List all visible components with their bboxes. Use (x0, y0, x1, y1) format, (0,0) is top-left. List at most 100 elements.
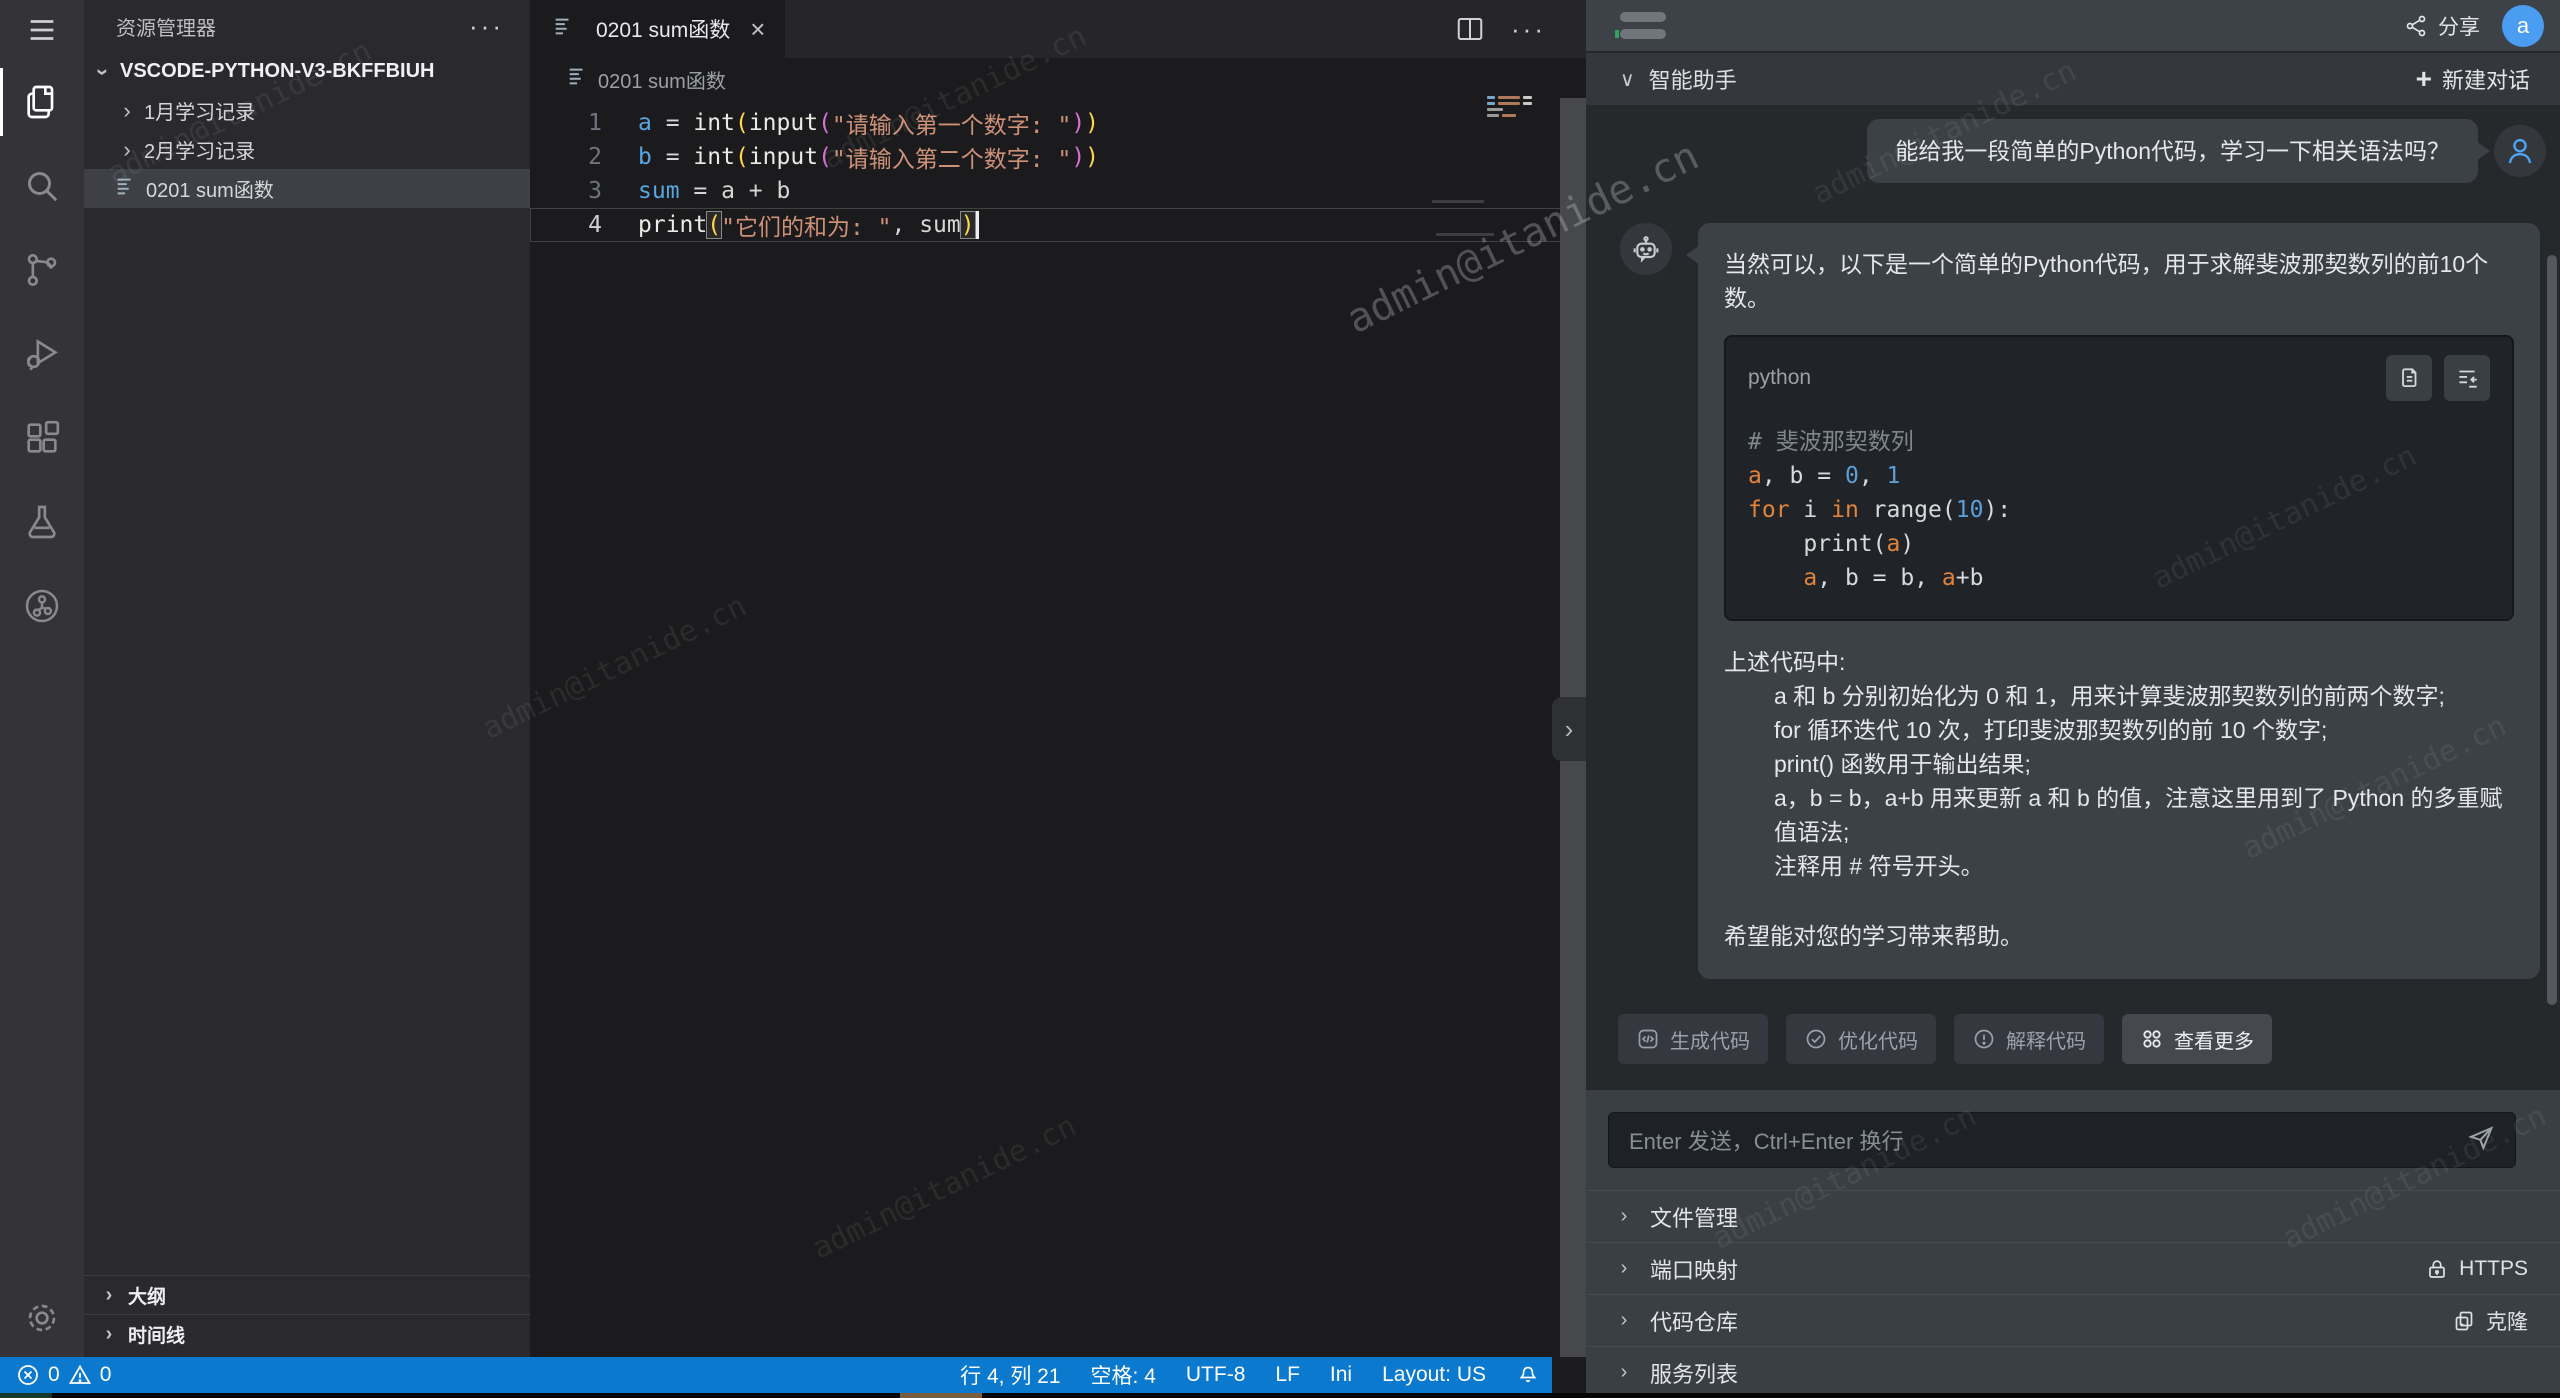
file-lines-icon (566, 65, 588, 93)
assistant-panel: 分享 a ∨ 智能助手 + 新建对话 能给我一段简单的Python代码，学习一下… (1586, 0, 2560, 1398)
cursor-position[interactable]: 行 4, 列 21 (960, 1360, 1060, 1390)
file-management-section[interactable]: › 文件管理 (1586, 1190, 2560, 1242)
user-message-bubble: 能给我一段简单的Python代码，学习一下相关语法吗？ (1867, 119, 2478, 183)
eol-sequence[interactable]: LF (1275, 1363, 1300, 1387)
person-icon (2504, 135, 2536, 167)
user-avatar (2494, 125, 2546, 177)
view-more-button[interactable]: 查看更多 (2122, 1014, 2272, 1064)
service-list-section[interactable]: › 服务列表 (1586, 1346, 2560, 1398)
code-repo-section[interactable]: › 代码仓库 克隆 (1586, 1294, 2560, 1346)
avatar[interactable]: a (2502, 5, 2544, 47)
editor-actions: ··· (1455, 0, 1586, 58)
share-icon (2404, 14, 2428, 38)
tree-root-folder[interactable]: › VSCODE-PYTHON-V3-BKFFBIUH (84, 52, 530, 91)
activity-bar (0, 0, 84, 1357)
tree-item-file-selected[interactable]: 0201 sum函数 (84, 169, 530, 208)
file-lines-icon (114, 175, 136, 203)
optimize-code-button[interactable]: 优化代码 (1786, 1014, 1936, 1064)
breadcrumb[interactable]: 0201 sum函数 (530, 58, 1586, 100)
bottom-seg (0, 1393, 52, 1398)
clone-button[interactable]: 克隆 (2452, 1306, 2528, 1336)
code-block-card: python # 斐波那契数列a, b = 0, 1for i in rang (1724, 335, 2514, 621)
panel-menu-icon[interactable] (1620, 12, 1666, 39)
chevron-right-icon: › (116, 137, 138, 163)
status-bar: 0 0 行 4, 列 21 空格: 4 UTF-8 LF Ini Layout:… (0, 1357, 1552, 1393)
explorer-files-icon[interactable] (0, 60, 84, 144)
topbar-right: 分享 a (2404, 5, 2544, 47)
language-mode[interactable]: Ini (1330, 1363, 1352, 1387)
notifications-bell-icon[interactable] (1516, 1360, 1540, 1390)
keyboard-layout[interactable]: Layout: US (1382, 1363, 1486, 1387)
explanation-item: a 和 b 分别初始化为 0 和 1，用来计算斐波那契数列的前两个数字; (1724, 679, 2514, 713)
chevron-right-icon: › (116, 98, 138, 124)
assistant-avatar (1620, 223, 1672, 275)
test-flask-icon[interactable] (0, 480, 84, 564)
assistant-message-row: 当然可以，以下是一个简单的Python代码，用于求解斐波那契数列的前10个数。 … (1620, 223, 2546, 979)
chat-area: 能给我一段简单的Python代码，学习一下相关语法吗？ 当然可以，以下是一个简单… (1586, 105, 2560, 1090)
explanation-item: for 循环迭代 10 次，打印斐波那契数列的前 10 个数字; (1724, 713, 2514, 747)
copy-icon (2396, 365, 2422, 391)
tree-item-folder[interactable]: › 2月学习记录 (84, 130, 530, 169)
insert-code-button[interactable] (2444, 355, 2490, 401)
tab-close-icon[interactable]: × (750, 14, 765, 45)
clone-icon (2452, 1309, 2476, 1333)
chevron-down-icon: › (90, 61, 116, 83)
chat-input[interactable]: Enter 发送，Ctrl+Enter 换行 (1608, 1112, 2516, 1168)
port-mapping-section[interactable]: › 端口映射 HTTPS (1586, 1242, 2560, 1294)
exclamation-circle-icon (1972, 1027, 1996, 1051)
split-editor-icon[interactable] (1455, 14, 1485, 44)
explanation-item: a，b = b，a+b 用来更新 a 和 b 的值，注意这里用到了 Python… (1724, 781, 2514, 849)
explanation-title: 上述代码中: (1724, 645, 2514, 679)
chevron-right-icon: › (98, 1284, 120, 1307)
decorative-mark (1436, 233, 1494, 236)
explorer-header: 资源管理器 ··· (84, 0, 530, 52)
encoding[interactable]: UTF-8 (1186, 1363, 1246, 1387)
file-lines-icon (552, 15, 574, 43)
warnings-count: 0 (100, 1363, 112, 1387)
indentation[interactable]: 空格: 4 (1091, 1360, 1156, 1390)
minimap[interactable] (1487, 96, 1533, 120)
chevron-right-icon: › (1612, 1257, 1636, 1280)
app-window: 资源管理器 ··· › VSCODE-PYTHON-V3-BKFFBIUH › … (0, 0, 2560, 1398)
problems-status[interactable]: 0 0 (0, 1363, 111, 1387)
outline-section[interactable]: › 大纲 (84, 1275, 530, 1314)
generate-code-button[interactable]: 生成代码 (1618, 1014, 1768, 1064)
plus-icon: + (2416, 63, 2432, 95)
tree-item-folder[interactable]: › 1月学习记录 (84, 91, 530, 130)
https-badge[interactable]: HTTPS (2425, 1257, 2528, 1281)
chat-scrollbar[interactable] (2547, 255, 2557, 1005)
copy-code-button[interactable] (2386, 355, 2432, 401)
assistant-message-bubble: 当然可以，以下是一个简单的Python代码，用于求解斐波那契数列的前10个数。 … (1698, 223, 2540, 979)
explain-code-button[interactable]: 解释代码 (1954, 1014, 2104, 1064)
panel-top-bar: 分享 a (1586, 0, 2560, 52)
source-control-icon[interactable] (0, 228, 84, 312)
editor-more-icon[interactable]: ··· (1511, 14, 1546, 45)
new-chat-button[interactable]: + 新建对话 (2416, 63, 2530, 95)
explorer-sidebar: 资源管理器 ··· › VSCODE-PYTHON-V3-BKFFBIUH › … (84, 0, 530, 1357)
remote-explorer-icon[interactable] (0, 564, 84, 648)
chevron-right-icon: › (1612, 1309, 1636, 1332)
expand-panel-handle[interactable]: › (1552, 697, 1586, 761)
explorer-more-icon[interactable]: ··· (469, 11, 504, 42)
share-button[interactable]: 分享 (2404, 11, 2480, 41)
send-icon[interactable] (2467, 1124, 2495, 1157)
search-icon[interactable] (0, 144, 84, 228)
panel-resize-strip[interactable]: › (1560, 98, 1586, 1357)
settings-gear-icon[interactable] (0, 1276, 84, 1360)
code-editor[interactable]: 1a = int(input("请输入第一个数字: "))2b = int(in… (530, 100, 1586, 242)
bottom-edge-strip (0, 1393, 2560, 1398)
timeline-section[interactable]: › 时间线 (84, 1314, 530, 1353)
assistant-explanation: 上述代码中: a 和 b 分别初始化为 0 和 1，用来计算斐波那契数列的前两个… (1724, 645, 2514, 883)
run-debug-icon[interactable] (0, 312, 84, 396)
chevron-right-icon: › (1612, 1361, 1636, 1384)
warnings-icon (68, 1363, 92, 1387)
editor-tab-bar: 0201 sum函数 × ··· (530, 0, 1586, 58)
panel-sections: › 文件管理 › 端口映射 HTTPS › 代码仓库 克隆 › (1586, 1190, 2560, 1398)
tab-active[interactable]: 0201 sum函数 × (530, 0, 785, 58)
chevron-down-icon: ∨ (1620, 67, 1635, 92)
chevron-right-icon: › (1565, 714, 1574, 745)
code-block-content[interactable]: # 斐波那契数列a, b = 0, 1for i in range(10): p… (1748, 425, 2490, 595)
extensions-icon[interactable] (0, 396, 84, 480)
errors-icon (16, 1363, 40, 1387)
menu-icon[interactable] (0, 0, 84, 60)
